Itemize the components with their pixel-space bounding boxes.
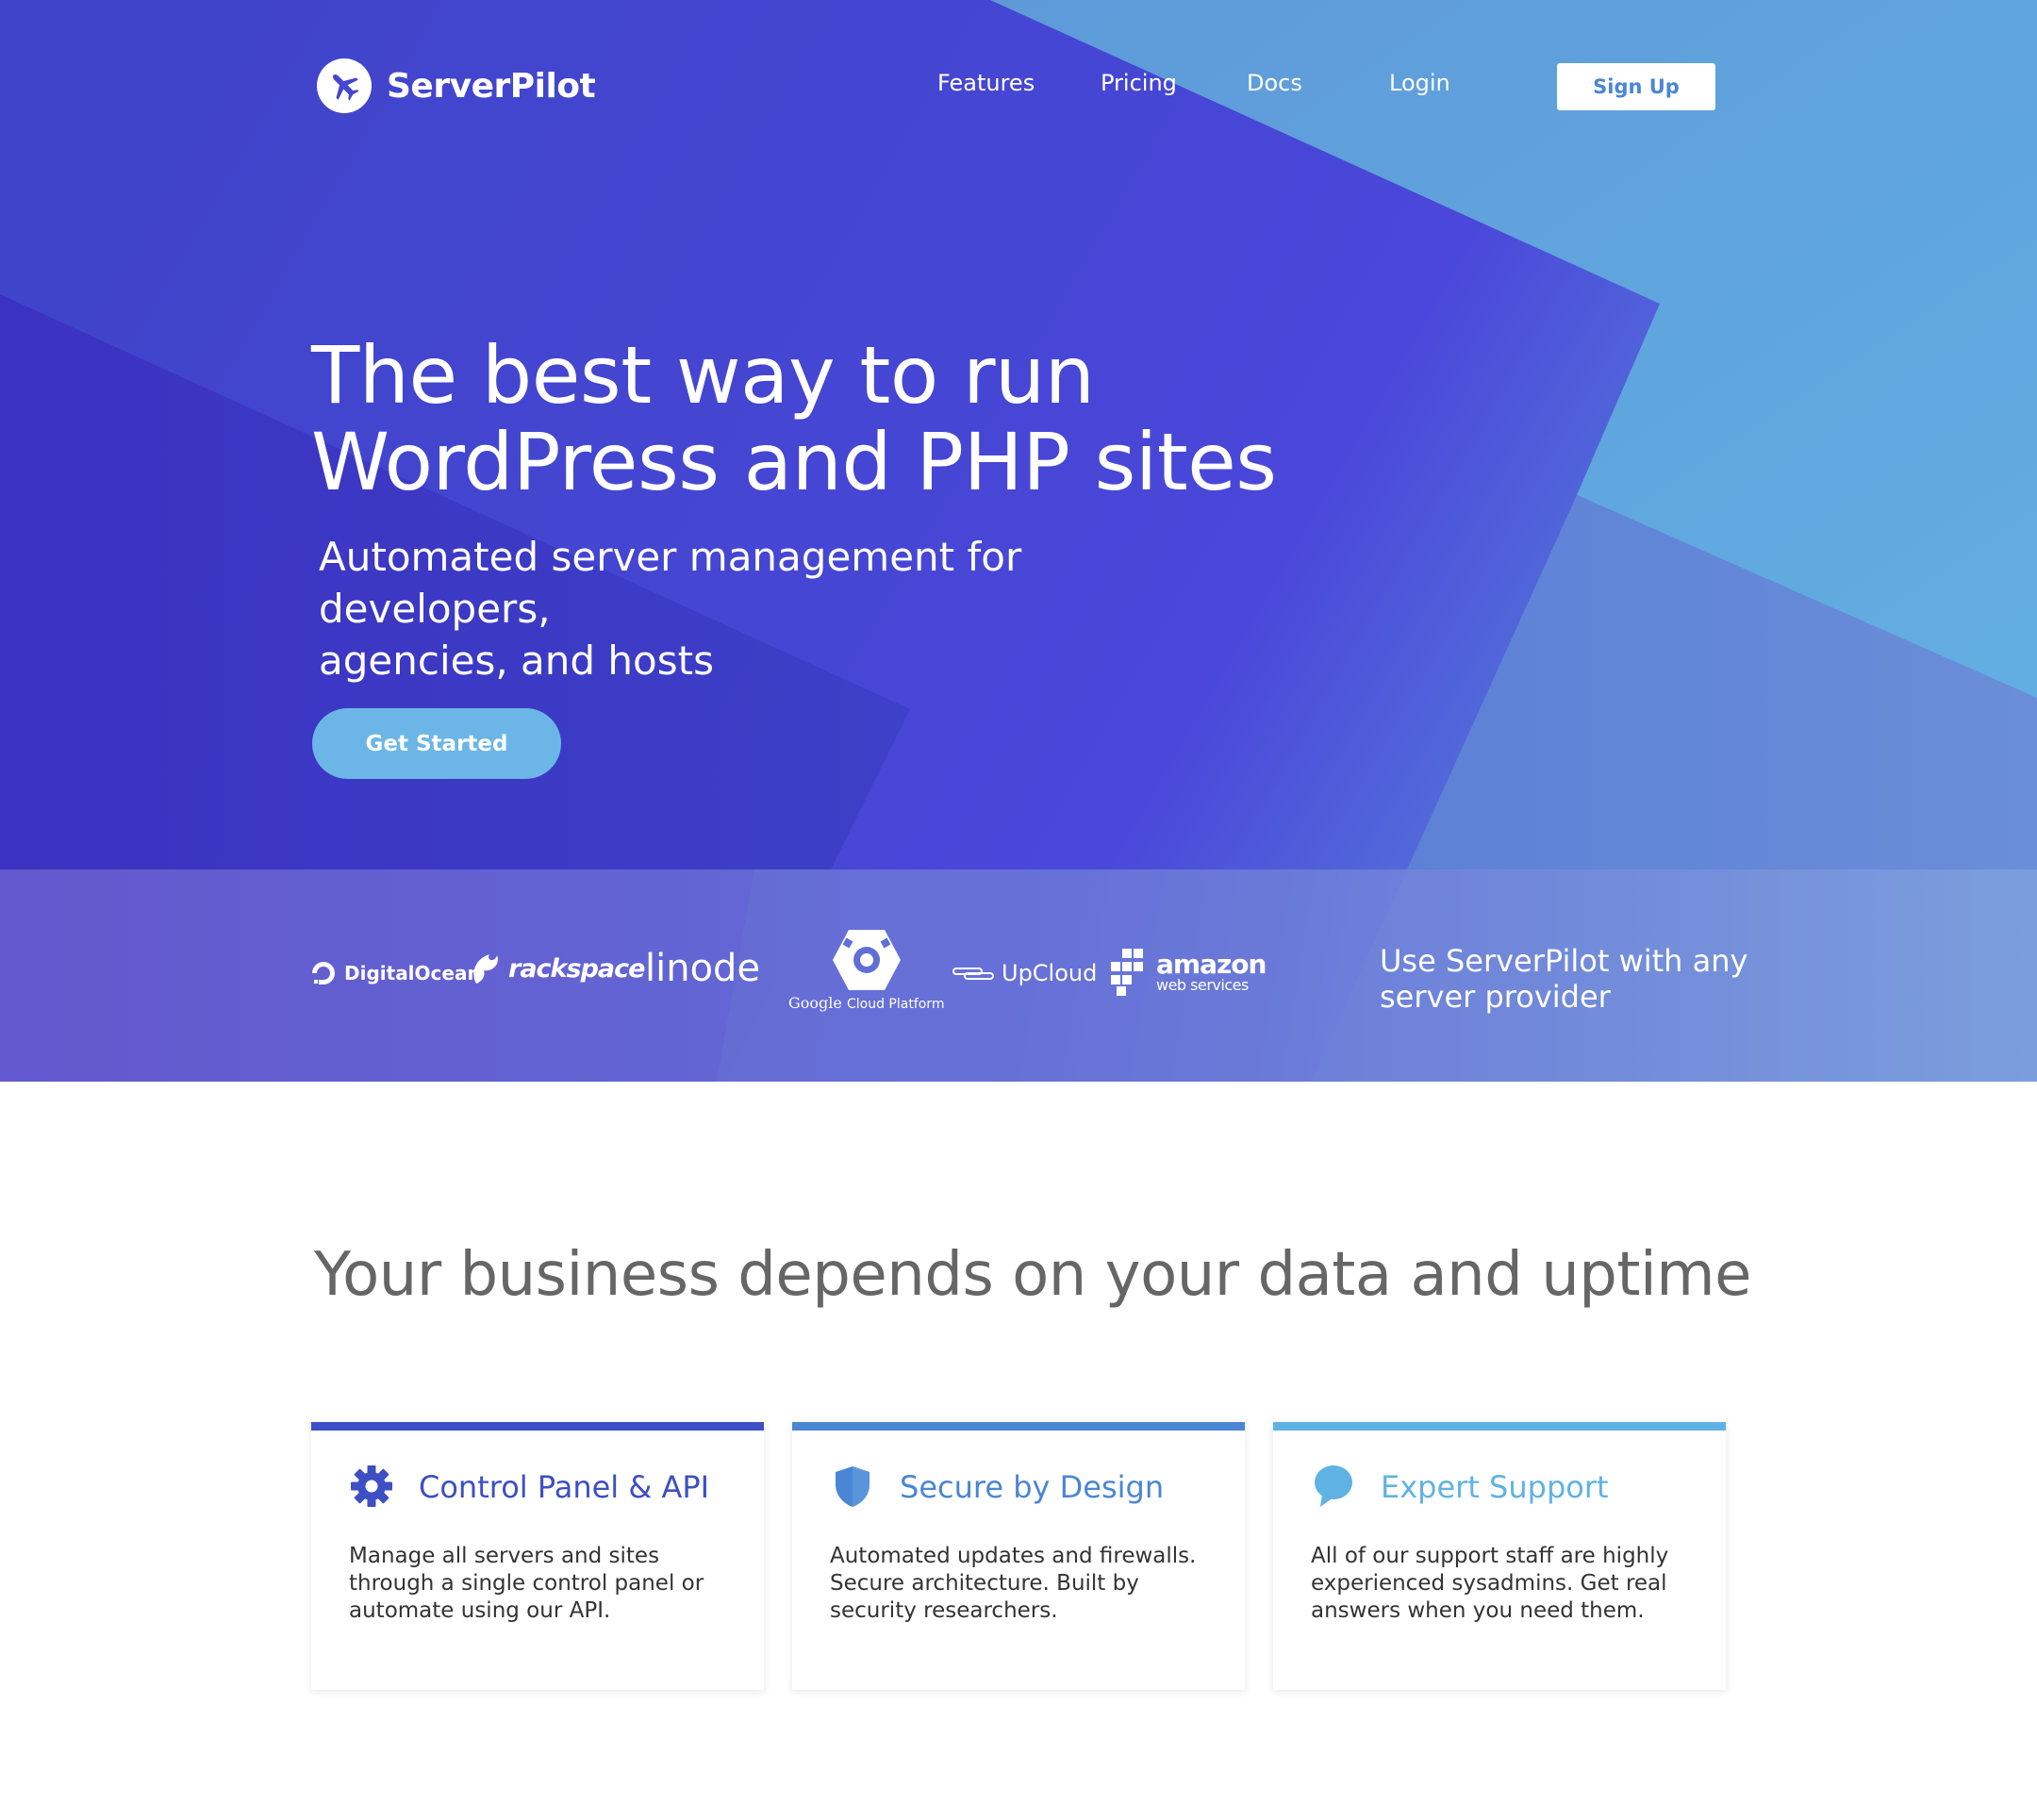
get-started-button[interactable]: Get Started: [312, 708, 561, 779]
nav-login-link[interactable]: Login: [1389, 70, 1450, 96]
linode-name: linode: [645, 947, 761, 990]
digitalocean-logo: DigitalOcean: [310, 960, 481, 986]
hero-headline-line2: WordPress and PHP sites: [311, 416, 1277, 508]
card-title: Expert Support: [1381, 1469, 1609, 1505]
nav-docs-link[interactable]: Docs: [1247, 70, 1302, 96]
airplane-icon: [317, 58, 372, 113]
nav-pricing-link[interactable]: Pricing: [1101, 70, 1177, 96]
hero-subhead-line2: agencies, and hosts: [319, 637, 714, 684]
brand-logo[interactable]: ServerPilot: [317, 58, 596, 114]
providers-note-line2: server provider: [1380, 979, 1611, 1015]
card-accent-bar: [1273, 1422, 1726, 1431]
feature-card-support: Expert Support All of our support staff …: [1273, 1422, 1726, 1690]
rackspace-logo: rackspace: [469, 951, 645, 985]
shield-icon: [836, 1466, 869, 1507]
features-heading: Your business depends on your data and u…: [314, 1240, 1751, 1310]
google-cloud-hexagon-icon: [832, 930, 901, 990]
card-description: All of our support staff are highly expe…: [1311, 1544, 1669, 1623]
providers-note: Use ServerPilot with any server provider: [1380, 943, 1757, 1015]
rackspace-icon: [473, 954, 498, 984]
hero-subhead: Automated server management for develope…: [319, 531, 1262, 687]
upcloud-logo: UpCloud: [952, 960, 1097, 986]
brand-name: ServerPilot: [387, 66, 596, 106]
rackspace-name: rackspace: [508, 953, 645, 984]
chat-bubble-icon: [1315, 1465, 1352, 1507]
google-name: Google: [788, 994, 842, 1012]
upcloud-icon: [952, 968, 994, 980]
feature-card-secure: Secure by Design Automated updates and f…: [792, 1422, 1245, 1690]
gear-icon: [351, 1465, 392, 1507]
aws-boxes-icon: [1111, 949, 1143, 996]
card-title: Secure by Design: [900, 1469, 1165, 1505]
google-cloud-sub: Cloud Platform: [846, 997, 945, 1012]
digitalocean-name: DigitalOcean: [344, 962, 481, 984]
feature-card-control-panel: Control Panel & API Manage all servers a…: [311, 1422, 764, 1690]
providers-note-line1: Use ServerPilot with any: [1380, 943, 1748, 979]
google-cloud-logo: Google Cloud Platform: [788, 928, 944, 1012]
signup-button[interactable]: Sign Up: [1557, 63, 1715, 110]
card-description: Automated updates and firewalls. Secure …: [830, 1544, 1197, 1623]
card-accent-bar: [311, 1422, 764, 1431]
hero-subhead-line1: Automated server management for develope…: [319, 534, 1022, 632]
card-description: Manage all servers and sites through a s…: [349, 1544, 704, 1623]
upcloud-name: UpCloud: [1002, 960, 1098, 986]
hero-headline-line1: The best way to run: [311, 329, 1095, 422]
aws-name: amazon: [1156, 949, 1267, 980]
card-accent-bar: [792, 1422, 1245, 1431]
linode-logo: linode: [645, 947, 760, 990]
aws-sub: web services: [1156, 976, 1249, 994]
nav-features-link[interactable]: Features: [937, 70, 1035, 96]
digitalocean-icon: [312, 962, 335, 984]
card-title: Control Panel & API: [419, 1469, 710, 1505]
hero-headline: The best way to run WordPress and PHP si…: [311, 332, 1396, 505]
aws-logo: amazon web services: [1109, 947, 1267, 998]
